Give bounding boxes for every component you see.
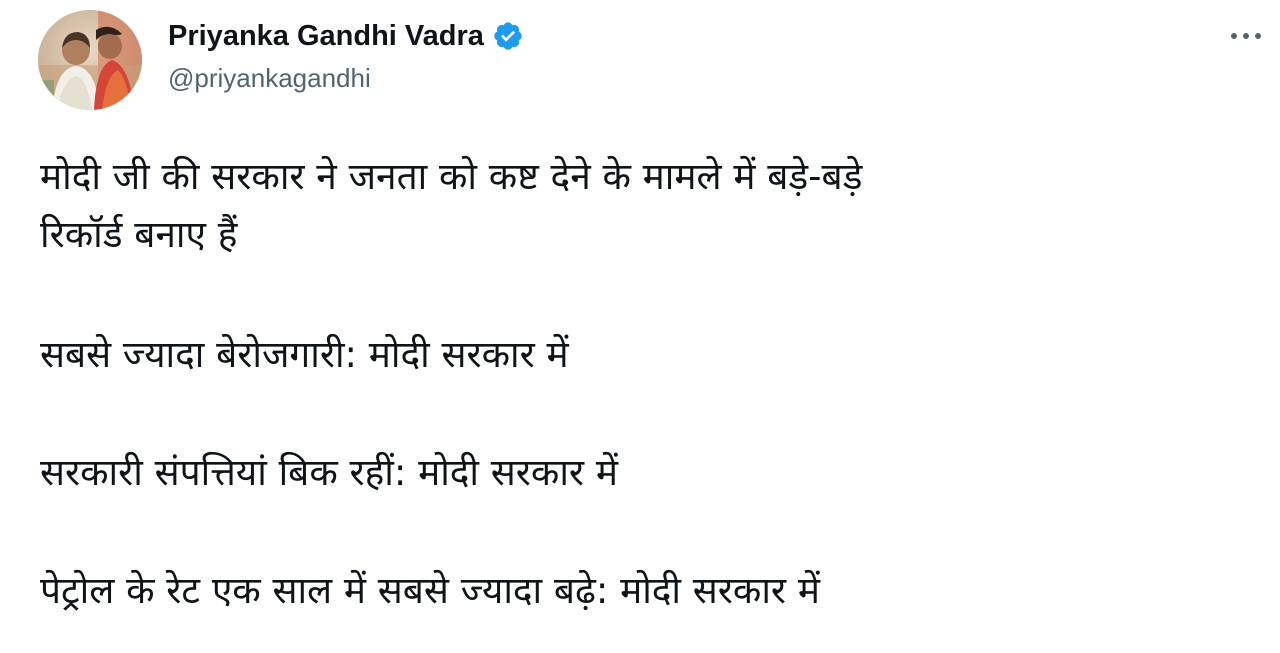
- display-name[interactable]: Priyanka Gandhi Vadra: [168, 20, 484, 53]
- tweet-line: पेट्रोल के रेट एक साल में सबसे ज्यादा बढ…: [40, 569, 820, 612]
- author-name-row[interactable]: Priyanka Gandhi Vadra: [168, 18, 524, 54]
- more-options-icon[interactable]: [1226, 20, 1266, 52]
- tweet-line: रिकॉर्ड बनाए हैं: [40, 213, 238, 256]
- avatar-photo: [38, 10, 142, 110]
- author-handle[interactable]: @priyankagandhi: [168, 63, 371, 94]
- tweet-line: मोदी जी की सरकार ने जनता को कष्ट देने के…: [40, 155, 863, 198]
- tweet-card: Priyanka Gandhi Vadra @priyankagandhi मो…: [0, 0, 1280, 653]
- tweet-line: सरकारी संपत्तियां बिक रहीं: मोदी सरकार म…: [40, 451, 618, 494]
- tweet-line: सबसे ज्यादा बेरोजगारी: मोदी सरकार में: [40, 333, 569, 376]
- tweet-text: मोदी जी की सरकार ने जनता को कष्ट देने के…: [40, 148, 1250, 620]
- verified-badge-icon: [492, 20, 524, 52]
- avatar[interactable]: [38, 10, 142, 110]
